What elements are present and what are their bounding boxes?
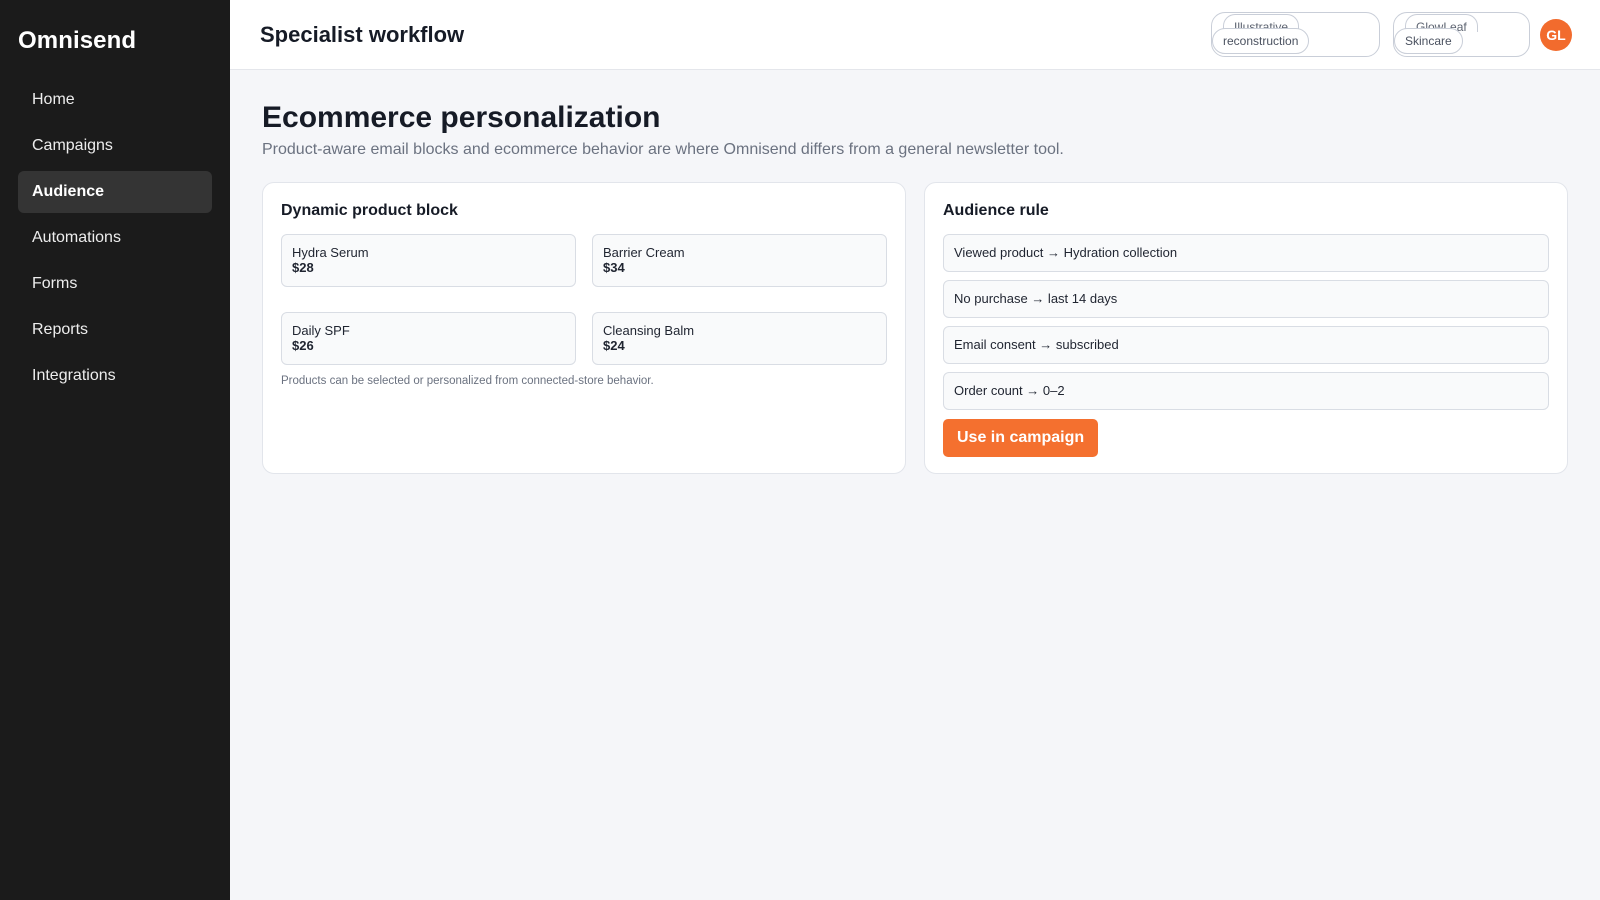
sidebar-item-automations[interactable]: Automations bbox=[18, 217, 212, 259]
product-card[interactable]: Daily SPF $26 bbox=[281, 312, 576, 365]
tag-illustrative: Illustrative reconstruction bbox=[1211, 12, 1380, 57]
tag-line-2: reconstruction bbox=[1212, 28, 1310, 54]
tag-account: GlowLeaf Skincare bbox=[1393, 12, 1530, 57]
product-name: Cleansing Balm bbox=[603, 323, 695, 338]
sidebar-item-audience[interactable]: Audience bbox=[18, 171, 212, 213]
use-in-campaign-button[interactable]: Use in campaign bbox=[943, 419, 1099, 457]
product-card[interactable]: Cleansing Balm $24 bbox=[592, 312, 887, 365]
rule-item[interactable]: Email consent → subscribed bbox=[943, 326, 1549, 364]
product-name: Barrier Cream bbox=[603, 245, 685, 260]
product-grid: Hydra Serum $28 Barrier Cream $34 Daily … bbox=[281, 234, 887, 365]
rule-item[interactable]: Viewed product → Hydration collection bbox=[943, 234, 1549, 272]
card-title: Audience rule bbox=[943, 202, 1049, 219]
sidebar-item-reports[interactable]: Reports bbox=[18, 309, 212, 351]
header-title: Specialist workflow bbox=[260, 22, 465, 47]
card-title: Dynamic product block bbox=[281, 202, 458, 219]
product-name: Hydra Serum bbox=[292, 245, 369, 260]
main-content: Ecommerce personalization Product-aware … bbox=[262, 70, 1568, 474]
product-block-card: Dynamic product block Hydra Serum $28 Ba… bbox=[262, 182, 906, 474]
product-block-note: Products can be selected or personalized… bbox=[281, 375, 654, 387]
page-subtitle: Product-aware email blocks and ecommerce… bbox=[262, 141, 1064, 158]
sidebar-nav: Home Campaigns Audience Automations Form… bbox=[18, 79, 212, 397]
avatar[interactable]: GL bbox=[1540, 19, 1572, 51]
tag-line-2: Skincare bbox=[1394, 28, 1463, 54]
rule-list: Viewed product → Hydration collection No… bbox=[943, 234, 1549, 410]
product-card[interactable]: Barrier Cream $34 bbox=[592, 234, 887, 287]
top-bar: Specialist workflow Illustrative reconst… bbox=[230, 0, 1600, 70]
rule-item[interactable]: No purchase → last 14 days bbox=[943, 280, 1549, 318]
product-price: $26 bbox=[292, 338, 314, 353]
product-name: Daily SPF bbox=[292, 323, 350, 338]
sidebar-item-integrations[interactable]: Integrations bbox=[18, 355, 212, 397]
product-price: $24 bbox=[603, 338, 625, 353]
product-price: $34 bbox=[603, 260, 625, 275]
sidebar-item-forms[interactable]: Forms bbox=[18, 263, 212, 305]
product-card[interactable]: Hydra Serum $28 bbox=[281, 234, 576, 287]
sidebar-item-home[interactable]: Home bbox=[18, 79, 212, 121]
sidebar: Omnisend Home Campaigns Audience Automat… bbox=[0, 0, 230, 900]
sidebar-item-campaigns[interactable]: Campaigns bbox=[18, 125, 212, 167]
audience-rule-card: Audience rule Viewed product → Hydration… bbox=[924, 182, 1568, 474]
brand-logo: Omnisend bbox=[18, 27, 137, 54]
page-title: Ecommerce personalization bbox=[262, 101, 661, 134]
product-price: $28 bbox=[292, 260, 314, 275]
rule-item[interactable]: Order count → 0–2 bbox=[943, 372, 1549, 410]
